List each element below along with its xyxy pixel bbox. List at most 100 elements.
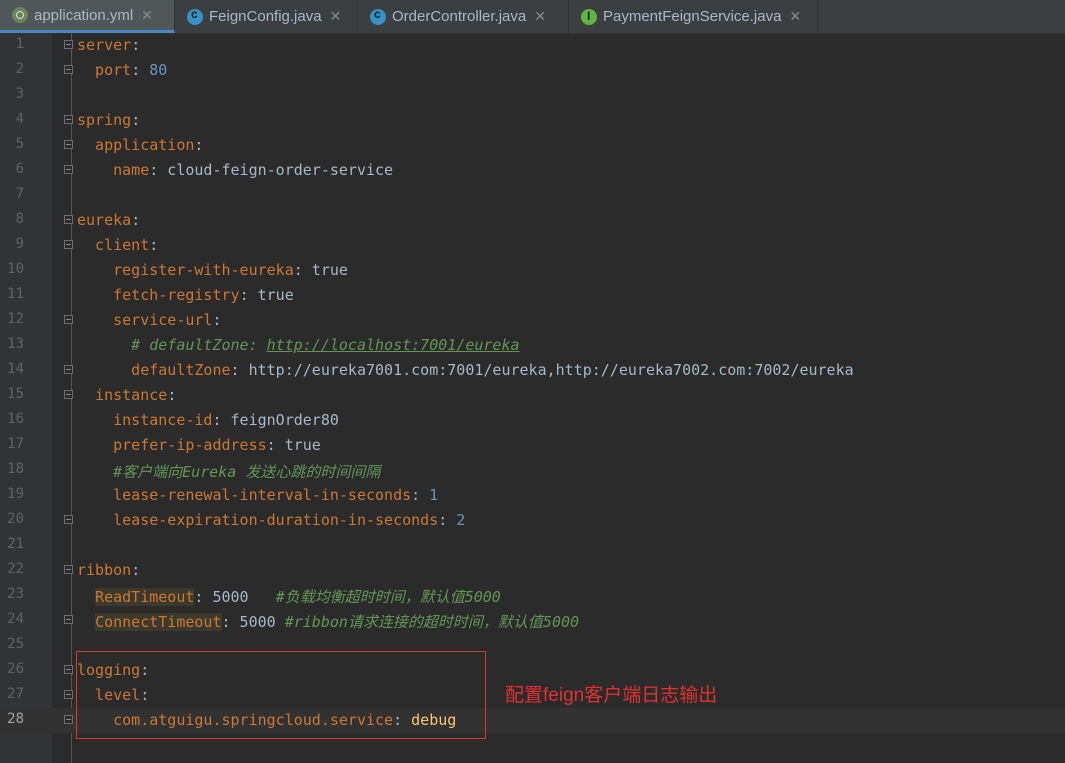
yaml-key: lease-renewal-interval-in-seconds [77, 486, 412, 504]
line-number: 26 [7, 661, 24, 677]
code-line[interactable]: 15 instance: [0, 383, 1065, 408]
code-line[interactable]: 12 service-url: [0, 308, 1065, 333]
line-number: 14 [7, 361, 24, 377]
code-line[interactable]: 8 eureka: [0, 208, 1065, 233]
yaml-number: 1 [429, 486, 439, 504]
code-text: instance-id: feignOrder80 [77, 411, 339, 429]
yaml-key: lease-expiration-duration-in-seconds [77, 511, 439, 529]
yaml-key: prefer-ip-address [77, 436, 267, 454]
fold-marker-icon[interactable] [64, 390, 73, 399]
fold-marker-icon[interactable] [64, 115, 73, 124]
yaml-value: : true [293, 261, 348, 279]
code-text: application: [77, 136, 203, 154]
code-line[interactable]: 4 spring: [0, 108, 1065, 133]
fold-marker-icon[interactable] [64, 240, 73, 249]
fold-marker-icon[interactable] [64, 365, 73, 374]
fold-marker-icon[interactable] [64, 65, 73, 74]
code-text: lease-renewal-interval-in-seconds: 1 [77, 486, 438, 504]
code-line[interactable]: 20 lease-expiration-duration-in-seconds:… [0, 508, 1065, 533]
code-line[interactable]: 3 [0, 83, 1065, 108]
yaml-key: spring [77, 111, 132, 129]
line-number: 16 [7, 411, 24, 427]
yaml-comment: # defaultZone: [77, 336, 267, 354]
fold-marker-icon[interactable] [64, 565, 73, 574]
code-line[interactable]: 5 application: [0, 133, 1065, 158]
code-line[interactable]: 7 [0, 183, 1065, 208]
line-number: 3 [15, 86, 24, 102]
code-text: lease-expiration-duration-in-seconds: 2 [77, 511, 465, 529]
line-number: 25 [7, 636, 24, 652]
code-line[interactable]: 24 ConnectTimeout: 5000 #ribbon请求连接的超时时间… [0, 608, 1065, 633]
yaml-key: fetch-registry [77, 286, 240, 304]
code-line[interactable]: 1 server: [0, 33, 1065, 58]
fold-marker-icon[interactable] [64, 615, 73, 624]
code-text: client: [77, 236, 158, 254]
code-line[interactable]: 19 lease-renewal-interval-in-seconds: 1 [0, 483, 1065, 508]
yaml-value: : true [266, 436, 321, 454]
class-icon [370, 7, 386, 25]
close-icon[interactable]: ✕ [141, 7, 153, 24]
yaml-value: : 5000 [221, 613, 285, 631]
editor-tab[interactable]: FeignConfig.java ✕ [175, 0, 358, 33]
fold-marker-icon[interactable] [64, 140, 73, 149]
code-text: ReadTimeout: 5000 #负载均衡超时时间，默认值5000 [77, 586, 501, 607]
line-number: 7 [15, 186, 24, 202]
line-number: 17 [7, 436, 24, 452]
code-line[interactable]: 6 name: cloud-feign-order-service [0, 158, 1065, 183]
code-line[interactable]: 21 [0, 533, 1065, 558]
code-line[interactable]: 9 client: [0, 233, 1065, 258]
fold-marker-icon[interactable] [64, 40, 73, 49]
line-number: 1 [15, 36, 24, 52]
code-line[interactable]: 14 defaultZone: http://eureka7001.com:70… [0, 358, 1065, 383]
line-number: 10 [7, 261, 24, 277]
line-number: 23 [7, 586, 24, 602]
fold-marker-icon[interactable] [64, 215, 73, 224]
code-line[interactable]: 10 register-with-eureka: true [0, 258, 1065, 283]
code-text: name: cloud-feign-order-service [77, 161, 393, 179]
close-icon[interactable]: ✕ [330, 8, 342, 25]
code-line[interactable]: 11 fetch-registry: true [0, 283, 1065, 308]
line-number: 6 [15, 161, 24, 177]
yaml-key: register-with-eureka [77, 261, 294, 279]
yaml-value: : [149, 236, 159, 254]
code-line[interactable]: 16 instance-id: feignOrder80 [0, 408, 1065, 433]
fold-marker-icon[interactable] [64, 715, 73, 724]
line-number: 15 [7, 386, 24, 402]
close-icon[interactable]: ✕ [789, 8, 801, 25]
editor-tab[interactable]: OrderController.java ✕ [358, 0, 569, 33]
yaml-value: : [131, 211, 141, 229]
code-text: register-with-eureka: true [77, 261, 348, 279]
line-number: 2 [15, 61, 24, 77]
line-number: 8 [15, 211, 24, 227]
code-line[interactable]: 13 # defaultZone: http://localhost:7001/… [0, 333, 1065, 358]
code-line[interactable]: 23 ReadTimeout: 5000 #负载均衡超时时间，默认值5000 [0, 583, 1065, 608]
yaml-key: service-url [77, 311, 213, 329]
tab-label: FeignConfig.java [209, 8, 322, 25]
yaml-value: : [131, 111, 141, 129]
code-line[interactable]: 2 port: 80 [0, 58, 1065, 83]
fold-marker-icon[interactable] [64, 515, 73, 524]
yaml-value: : 5000 [194, 588, 276, 606]
line-number: 20 [7, 511, 24, 527]
yaml-key: defaultZone [77, 361, 231, 379]
fold-marker-icon[interactable] [64, 315, 73, 324]
code-line[interactable]: 17 prefer-ip-address: true [0, 433, 1065, 458]
editor-tab[interactable]: PaymentFeignService.java ✕ [569, 0, 818, 33]
code-line[interactable]: 18 #客户端向Eureka 发送心跳的时间间隔 [0, 458, 1065, 483]
yaml-value: : feignOrder80 [212, 411, 339, 429]
comment-link: http://localhost:7001/eureka [266, 336, 520, 354]
tab-label: application.yml [34, 6, 134, 24]
code-line[interactable]: 22 ribbon: [0, 558, 1065, 583]
fold-marker-icon[interactable] [64, 665, 73, 674]
fold-marker-icon[interactable] [64, 690, 73, 699]
fold-marker-icon[interactable] [64, 165, 73, 174]
yaml-value: : [131, 36, 141, 54]
yaml-value: : [438, 511, 457, 529]
close-icon[interactable]: ✕ [534, 8, 546, 25]
code-text: server: [77, 36, 140, 54]
code-text: # defaultZone: http://localhost:7001/eur… [77, 336, 520, 354]
yaml-comment: #负载均衡超时时间，默认值5000 [275, 588, 501, 606]
yaml-comment: #客户端向Eureka 发送心跳的时间间隔 [77, 463, 381, 481]
editor-tab[interactable]: application.yml ✕ [0, 0, 175, 33]
line-number: 13 [7, 336, 24, 352]
